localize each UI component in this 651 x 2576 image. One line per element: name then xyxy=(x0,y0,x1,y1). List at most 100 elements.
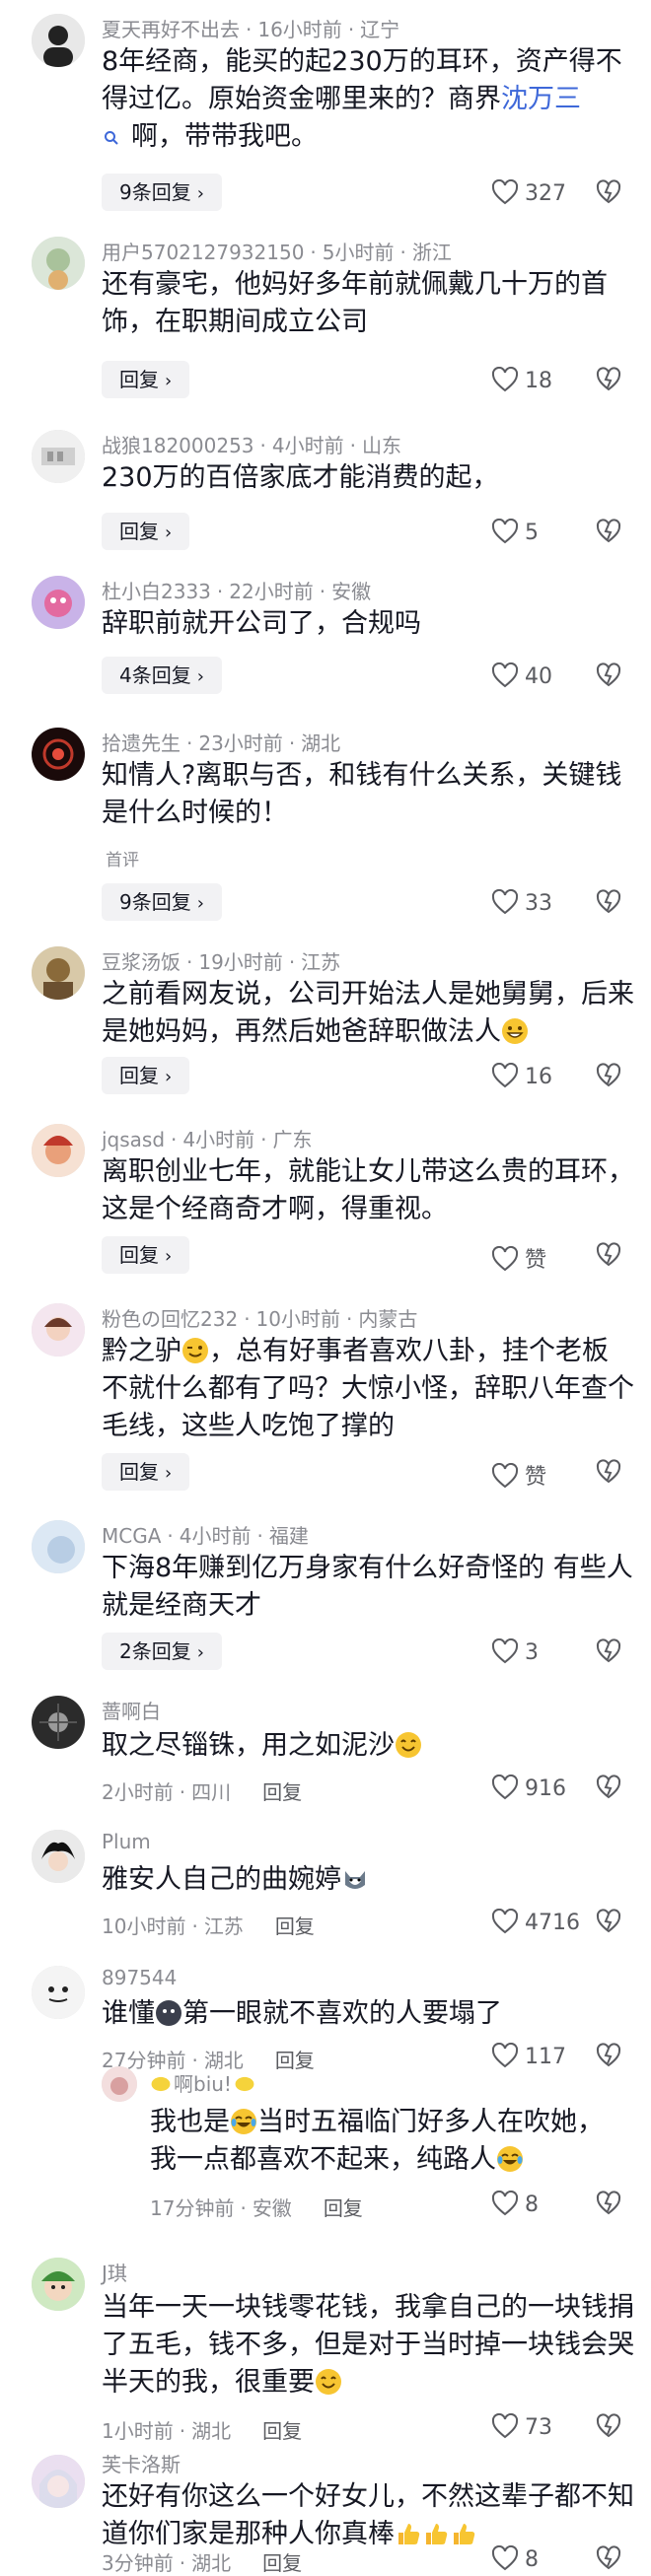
avatar[interactable] xyxy=(102,2066,137,2102)
username[interactable]: 粉色の回忆232 xyxy=(102,1307,238,1331)
location: 江苏 xyxy=(203,1915,244,1938)
replies-button[interactable]: 9条回复 › xyxy=(102,883,222,921)
like-button[interactable]: 8 xyxy=(491,2190,580,2217)
username[interactable]: 豆浆汤饭 xyxy=(102,950,181,974)
comment-text-part: 还好有你这么一个好女儿，不然这辈子都不知道你们家是那种人你真棒 xyxy=(102,2481,634,2549)
comment-text: 知情人?离职与否，和钱有什么关系，关键钱是什么时候的！ xyxy=(102,760,622,828)
avatar[interactable] xyxy=(32,946,85,1000)
dislike-icon[interactable] xyxy=(596,519,621,544)
comment-item: 豆浆汤饭 · 19小时前 · 江苏 之前看网友说，公司开始法人是她舅舅，后来是她妈妈，再… xyxy=(0,939,651,1116)
timestamp: 23小时前 xyxy=(198,731,283,755)
avatar[interactable] xyxy=(32,1303,85,1357)
dislike-icon[interactable] xyxy=(596,1242,621,1268)
avatar[interactable] xyxy=(32,1966,85,2019)
avatar[interactable] xyxy=(32,728,85,781)
comment-item: 897544 谁懂 第一眼就不喜欢的人要塌了 27分钟前 · 湖北 回复 117 xyxy=(0,1962,651,2072)
like-button[interactable]: 赞 xyxy=(491,1459,580,1491)
username[interactable]: J琪 xyxy=(102,2262,127,2285)
dislike-icon[interactable] xyxy=(596,1063,621,1088)
dislike-icon[interactable] xyxy=(596,2191,621,2216)
replies-button[interactable]: 4条回复 › xyxy=(102,657,222,694)
location: 内蒙古 xyxy=(358,1307,418,1331)
username[interactable]: 蔷啊白 xyxy=(102,1700,161,1723)
dislike-icon[interactable] xyxy=(596,1775,621,1800)
reply-button[interactable]: 回复 › xyxy=(102,1236,190,1274)
replies-label: 2条回复 xyxy=(119,1639,191,1663)
username[interactable]: 啊biu! xyxy=(174,2072,232,2096)
reply-label: 回复 xyxy=(119,1243,159,1267)
reply-button[interactable]: 回复 xyxy=(324,2196,363,2220)
like-button[interactable]: 916 xyxy=(491,1774,580,1801)
chevron-right-icon: › xyxy=(165,522,173,543)
like-button[interactable]: 33 xyxy=(491,888,580,916)
chevron-right-icon: › xyxy=(165,1246,173,1267)
comment-meta: 豆浆汤饭 · 19小时前 · 江苏 xyxy=(102,950,341,974)
like-button[interactable]: 18 xyxy=(491,366,580,393)
username[interactable]: MCGA xyxy=(102,1524,161,1548)
like-button[interactable]: 8 xyxy=(491,2544,580,2572)
reply-button[interactable]: 回复 xyxy=(262,2551,302,2575)
username[interactable]: 拾遗先生 xyxy=(102,731,181,755)
dislike-icon[interactable] xyxy=(596,1909,621,1934)
username[interactable]: jqsasd xyxy=(102,1128,165,1151)
avatar[interactable] xyxy=(32,1520,85,1573)
like-button[interactable]: 327 xyxy=(491,178,580,206)
dislike-icon[interactable] xyxy=(596,2545,621,2571)
like-button[interactable]: 赞 xyxy=(491,1242,580,1274)
username[interactable]: 夏天再好不出去 xyxy=(102,18,240,41)
search-link[interactable]: 沈万三 xyxy=(501,84,581,114)
like-button[interactable]: 3 xyxy=(491,1637,580,1665)
username[interactable]: 用户5702127932150 xyxy=(102,241,304,264)
username[interactable]: 杜小白2333 xyxy=(102,580,211,603)
like-button[interactable]: 4716 xyxy=(491,1908,580,1935)
avatar[interactable] xyxy=(32,576,85,629)
reply-button[interactable]: 回复 xyxy=(262,1780,302,1804)
username[interactable]: 芙卡洛斯 xyxy=(102,2453,181,2476)
like-button[interactable]: 73 xyxy=(491,2412,580,2440)
chevron-right-icon: › xyxy=(165,1067,173,1087)
dislike-icon[interactable] xyxy=(596,367,621,392)
like-button[interactable]: 16 xyxy=(491,1062,580,1089)
dislike-icon[interactable] xyxy=(596,889,621,915)
location: 湖北 xyxy=(301,731,341,755)
dislike-icon[interactable] xyxy=(596,2413,621,2439)
reply-button[interactable]: 回复 › xyxy=(102,361,190,398)
dislike-icon[interactable] xyxy=(596,662,621,688)
reply-button[interactable]: 回复 xyxy=(275,1915,315,1938)
reply-button[interactable]: 回复 › xyxy=(102,1057,190,1094)
dislike-icon[interactable] xyxy=(596,179,621,205)
avatar[interactable] xyxy=(32,430,85,483)
chevron-right-icon: › xyxy=(196,666,204,687)
avatar[interactable] xyxy=(32,1830,85,1883)
comment-text: 还有豪宅，他妈好多年前就佩戴几十万的首饰，在职期间成立公司 xyxy=(102,269,608,337)
comment-item: J琪 当年一天一块钱零花钱，我拿自己的一块钱捐了五毛，钱不多，但是对于当时掉一块… xyxy=(0,2248,651,2445)
dislike-icon[interactable] xyxy=(596,1638,621,1664)
avatar[interactable] xyxy=(32,1696,85,1749)
heart-icon xyxy=(491,2544,519,2571)
search-icon[interactable] xyxy=(104,119,119,145)
avatar[interactable] xyxy=(32,14,85,67)
reply-button[interactable]: 回复 › xyxy=(102,1453,190,1491)
avatar[interactable] xyxy=(32,237,85,290)
replies-button[interactable]: 2条回复 › xyxy=(102,1633,222,1670)
avatar[interactable] xyxy=(32,2258,85,2311)
dislike-icon[interactable] xyxy=(596,1459,621,1485)
like-count: 33 xyxy=(525,891,552,916)
comment-meta: MCGA · 4小时前 · 福建 xyxy=(102,1524,309,1548)
like-button[interactable]: 40 xyxy=(491,661,580,689)
comment-meta: 芙卡洛斯 xyxy=(102,2449,181,2477)
comment-text: 之前看网友说，公司开始法人是她舅舅，后来是她妈妈，再然后她爸辞职做法人 xyxy=(102,976,634,1051)
username[interactable]: 897544 xyxy=(102,1966,177,1989)
comment-item: 战狼182000253 · 4小时前 · 山东 230万的百倍家底才能消费的起， 回复 ›… xyxy=(0,424,651,570)
username[interactable]: 战狼182000253 xyxy=(102,434,254,457)
username[interactable]: Plum xyxy=(102,1830,151,1853)
reply-button[interactable]: 回复 xyxy=(262,2419,302,2443)
avatar[interactable] xyxy=(32,1124,85,1177)
avatar[interactable] xyxy=(32,2455,85,2508)
like-button[interactable]: 5 xyxy=(491,518,580,545)
replies-button[interactable]: 9条回复 › xyxy=(102,174,222,211)
comment-item: 芙卡洛斯 还好有你这么一个好女儿，不然这辈子都不知道你们家是那种人你真棒 3分钟… xyxy=(0,2445,651,2575)
replies-label: 4条回复 xyxy=(119,663,191,687)
reply-button[interactable]: 回复 › xyxy=(102,513,190,550)
comment-meta: jqsasd · 4小时前 · 广东 xyxy=(102,1128,313,1151)
